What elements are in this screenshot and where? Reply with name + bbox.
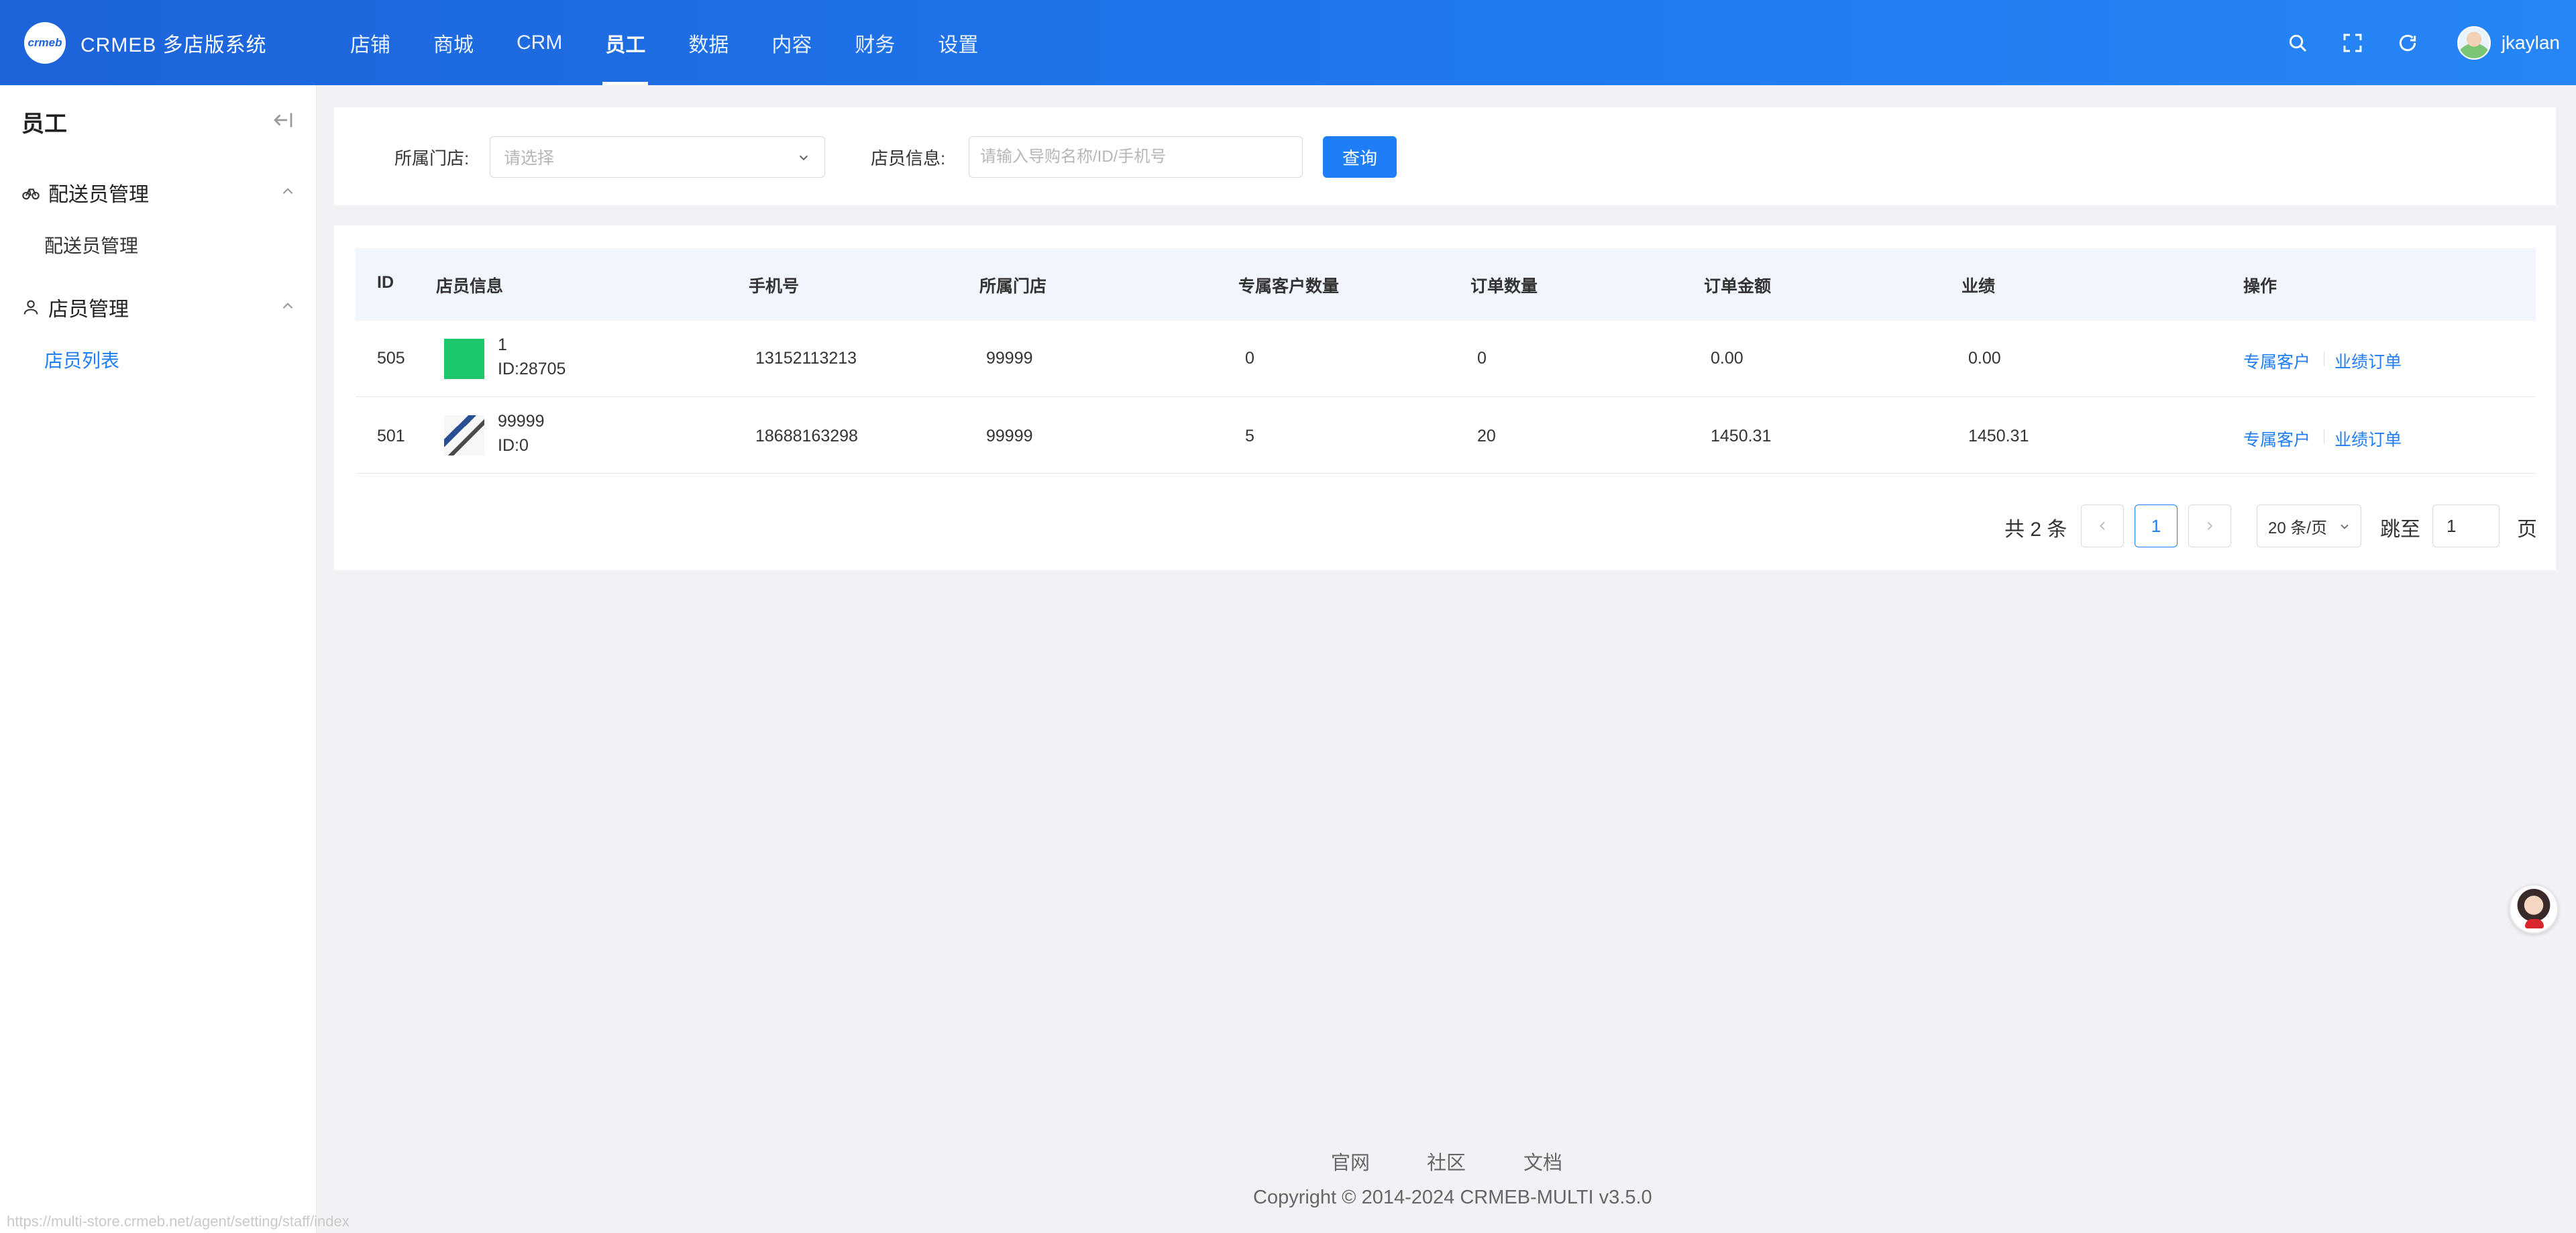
cell-store: 99999 xyxy=(986,349,1033,368)
table-row: 505 1 ID:28705 13152113213 99999 0 0 0.0… xyxy=(356,321,2536,397)
sidebar-group-label: 配送员管理 xyxy=(48,184,149,206)
col-amount: 订单金额 xyxy=(1704,277,1772,296)
col-store: 所属门店 xyxy=(979,277,1047,296)
col-actions: 操作 xyxy=(2243,277,2277,296)
chevron-left-icon xyxy=(2099,521,2105,531)
chevron-down-icon xyxy=(799,155,808,161)
sidebar: 员工 配送员管理 配送员管理 店员管理 店员列表 xyxy=(0,85,317,1233)
sidebar-title: 员工 xyxy=(21,111,67,137)
copyright: Copyright © 2014-2024 CRMEB-MULTI v3.5.0 xyxy=(1253,1187,1652,1208)
cell-staff-name: 1 xyxy=(498,335,507,354)
filter-panel: 所属门店: 请选择 店员信息: 查询 xyxy=(334,107,2556,205)
nav-store[interactable]: 店铺 xyxy=(329,0,412,85)
table-header: ID 店员信息 手机号 所属门店 专属客户数量 订单数量 订单金额 业绩 操作 xyxy=(356,248,2536,321)
username[interactable]: jkaylan xyxy=(2502,32,2560,54)
chevron-up-icon xyxy=(282,303,293,309)
store-select-placeholder: 请选择 xyxy=(504,149,555,168)
staff-filter-label: 店员信息: xyxy=(871,148,946,168)
staff-avatar xyxy=(444,415,484,455)
performance-orders-link[interactable]: 业绩订单 xyxy=(2334,427,2402,451)
refresh-icon[interactable] xyxy=(2393,28,2422,58)
nav-data[interactable]: 数据 xyxy=(667,0,750,85)
nav-staff[interactable]: 员工 xyxy=(584,0,667,85)
page-number-button[interactable]: 1 xyxy=(2135,504,2178,547)
nav-content[interactable]: 内容 xyxy=(750,0,833,85)
cell-staff-uid: ID:0 xyxy=(498,436,529,455)
footer-link-community[interactable]: 社区 xyxy=(1427,1147,1466,1175)
cell-id: 501 xyxy=(377,427,405,445)
jump-page-input[interactable] xyxy=(2432,504,2500,547)
chevron-right-icon xyxy=(2207,521,2213,531)
performance-orders-link[interactable]: 业绩订单 xyxy=(2334,349,2402,373)
page-size-value: 20 条/页 xyxy=(2268,519,2328,537)
col-staff-info: 店员信息 xyxy=(436,277,504,296)
query-button[interactable]: 查询 xyxy=(1323,136,1397,178)
cell-customers: 0 xyxy=(1245,349,1254,368)
bicycle-icon xyxy=(22,189,40,200)
store-select[interactable]: 请选择 xyxy=(490,136,825,178)
sidebar-group-staff[interactable]: 店员管理 xyxy=(21,290,297,324)
col-orders: 订单数量 xyxy=(1470,277,1538,296)
nav-mall[interactable]: 商城 xyxy=(412,0,495,85)
table-row: 501 99999 ID:0 18688163298 99999 5 20 14… xyxy=(356,397,2536,474)
col-id: ID xyxy=(377,273,394,292)
jump-label: 跳至 xyxy=(2380,519,2420,541)
app-root: crmeb CRMEB 多店版系统 店铺 商城 CRM 员工 数据 内容 财务 … xyxy=(0,0,2576,1233)
cell-performance: 0.00 xyxy=(1968,349,2001,368)
crmeb-logo: crmeb xyxy=(24,21,66,64)
col-phone: 手机号 xyxy=(749,277,800,296)
cell-phone: 13152113213 xyxy=(755,349,857,368)
customer-service-avatar-icon[interactable] xyxy=(2509,884,2559,934)
cell-amount: 1450.31 xyxy=(1711,427,1772,445)
fullscreen-icon[interactable] xyxy=(2338,28,2367,58)
next-page-button[interactable] xyxy=(2188,504,2231,547)
nav-crm[interactable]: CRM xyxy=(495,0,584,85)
sidebar-group-label: 店员管理 xyxy=(48,299,129,321)
col-performance: 业绩 xyxy=(1962,277,1996,296)
chevron-up-icon xyxy=(282,188,293,195)
page-size-select[interactable]: 20 条/页 xyxy=(2257,504,2361,547)
cell-orders: 0 xyxy=(1477,349,1487,368)
header-actions: jkaylan xyxy=(2257,0,2576,85)
pagination-total: 共 2 条 xyxy=(2004,519,2068,541)
collapse-sidebar-icon[interactable] xyxy=(271,108,295,132)
chevron-down-icon xyxy=(2341,524,2349,529)
nav-settings[interactable]: 设置 xyxy=(916,0,1000,85)
cell-staff-uid: ID:28705 xyxy=(498,360,566,378)
cell-amount: 0.00 xyxy=(1711,349,1743,368)
sidebar-item-delivery-manage[interactable]: 配送员管理 xyxy=(44,231,138,258)
sidebar-group-delivery[interactable]: 配送员管理 xyxy=(21,176,297,209)
staff-avatar xyxy=(444,339,484,379)
cell-staff-name: 99999 xyxy=(498,412,545,431)
nav-finance[interactable]: 财务 xyxy=(833,0,916,85)
staff-search-input[interactable] xyxy=(969,136,1303,178)
cell-id: 505 xyxy=(377,349,405,368)
exclusive-customers-link[interactable]: 专属客户 xyxy=(2243,349,2310,373)
cell-store: 99999 xyxy=(986,427,1033,445)
top-nav: 店铺 商城 CRM 员工 数据 内容 财务 设置 xyxy=(329,0,1000,85)
page-suffix: 页 xyxy=(2517,519,2537,541)
brand[interactable]: crmeb CRMEB 多店版系统 xyxy=(0,21,315,64)
sidebar-item-staff-list[interactable]: 店员列表 xyxy=(44,346,119,373)
brand-name: CRMEB 多店版系统 xyxy=(80,34,267,56)
search-icon[interactable] xyxy=(2283,28,2312,58)
prev-page-button[interactable] xyxy=(2081,504,2124,547)
staff-table-panel: ID 店员信息 手机号 所属门店 专属客户数量 订单数量 订单金额 业绩 操作 … xyxy=(334,225,2556,570)
status-bar-url: https://multi-store.crmeb.net/agent/sett… xyxy=(7,1213,350,1230)
avatar[interactable] xyxy=(2457,25,2491,60)
user-icon xyxy=(23,300,38,315)
cell-orders: 20 xyxy=(1477,427,1496,445)
cell-performance: 1450.31 xyxy=(1968,427,2029,445)
cell-customers: 5 xyxy=(1245,427,1254,445)
footer-link-docs[interactable]: 文档 xyxy=(1523,1147,1562,1175)
exclusive-customers-link[interactable]: 专属客户 xyxy=(2243,427,2310,451)
col-customers: 专属客户数量 xyxy=(1238,277,1340,296)
cell-phone: 18688163298 xyxy=(755,427,858,445)
store-filter-label: 所属门店: xyxy=(394,148,470,168)
footer-link-official[interactable]: 官网 xyxy=(1331,1147,1370,1175)
top-header: crmeb CRMEB 多店版系统 店铺 商城 CRM 员工 数据 内容 财务 … xyxy=(0,0,2576,85)
